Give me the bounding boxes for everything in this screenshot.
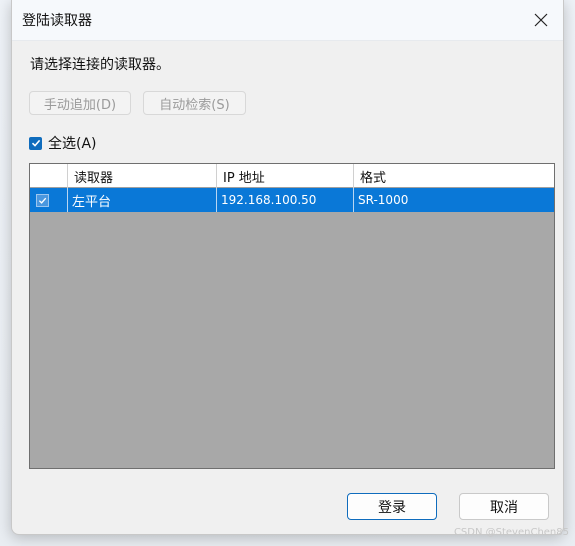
login-button[interactable]: 登录 bbox=[347, 493, 437, 520]
select-all-checkbox[interactable]: 全选(A) bbox=[29, 133, 97, 153]
row-checkbox-icon bbox=[36, 193, 49, 207]
header-format[interactable]: 格式 bbox=[354, 164, 554, 188]
header-reader[interactable]: 读取器 bbox=[68, 164, 217, 188]
row-reader-name: 左平台 bbox=[68, 188, 217, 212]
watermark: CSDN @StevenChen85 bbox=[453, 527, 569, 538]
row-check-cell[interactable] bbox=[30, 188, 68, 212]
prompt-text: 请选择连接的读取器。 bbox=[30, 57, 170, 73]
auto-search-button[interactable]: 自动检索(S) bbox=[143, 91, 246, 115]
reader-grid[interactable]: 读取器 IP 地址 格式 左平台 192.168.100.50 SR-1000 bbox=[29, 163, 555, 469]
select-all-label: 全选(A) bbox=[48, 136, 97, 152]
close-button[interactable] bbox=[531, 11, 551, 29]
table-row[interactable]: 左平台 192.168.100.50 SR-1000 bbox=[30, 188, 554, 212]
row-ip-address: 192.168.100.50 bbox=[217, 188, 354, 212]
header-check-cell bbox=[30, 164, 68, 188]
dialog-title: 登陆读取器 bbox=[22, 13, 92, 29]
header-ip-address[interactable]: IP 地址 bbox=[217, 164, 354, 188]
row-format: SR-1000 bbox=[358, 193, 409, 207]
close-icon bbox=[534, 13, 548, 27]
screen: 登陆读取器 请选择连接的读取器。 手动追加(D) 自动检索(S) 全选(A) 读… bbox=[0, 0, 575, 546]
manual-add-button[interactable]: 手动追加(D) bbox=[29, 91, 131, 115]
cancel-button[interactable]: 取消 bbox=[459, 493, 549, 520]
checkbox-checked-icon bbox=[29, 136, 42, 150]
title-bar: 登陆读取器 bbox=[12, 0, 563, 41]
grid-header: 读取器 IP 地址 格式 bbox=[30, 164, 554, 188]
login-reader-dialog: 登陆读取器 请选择连接的读取器。 手动追加(D) 自动检索(S) 全选(A) 读… bbox=[11, 0, 564, 535]
